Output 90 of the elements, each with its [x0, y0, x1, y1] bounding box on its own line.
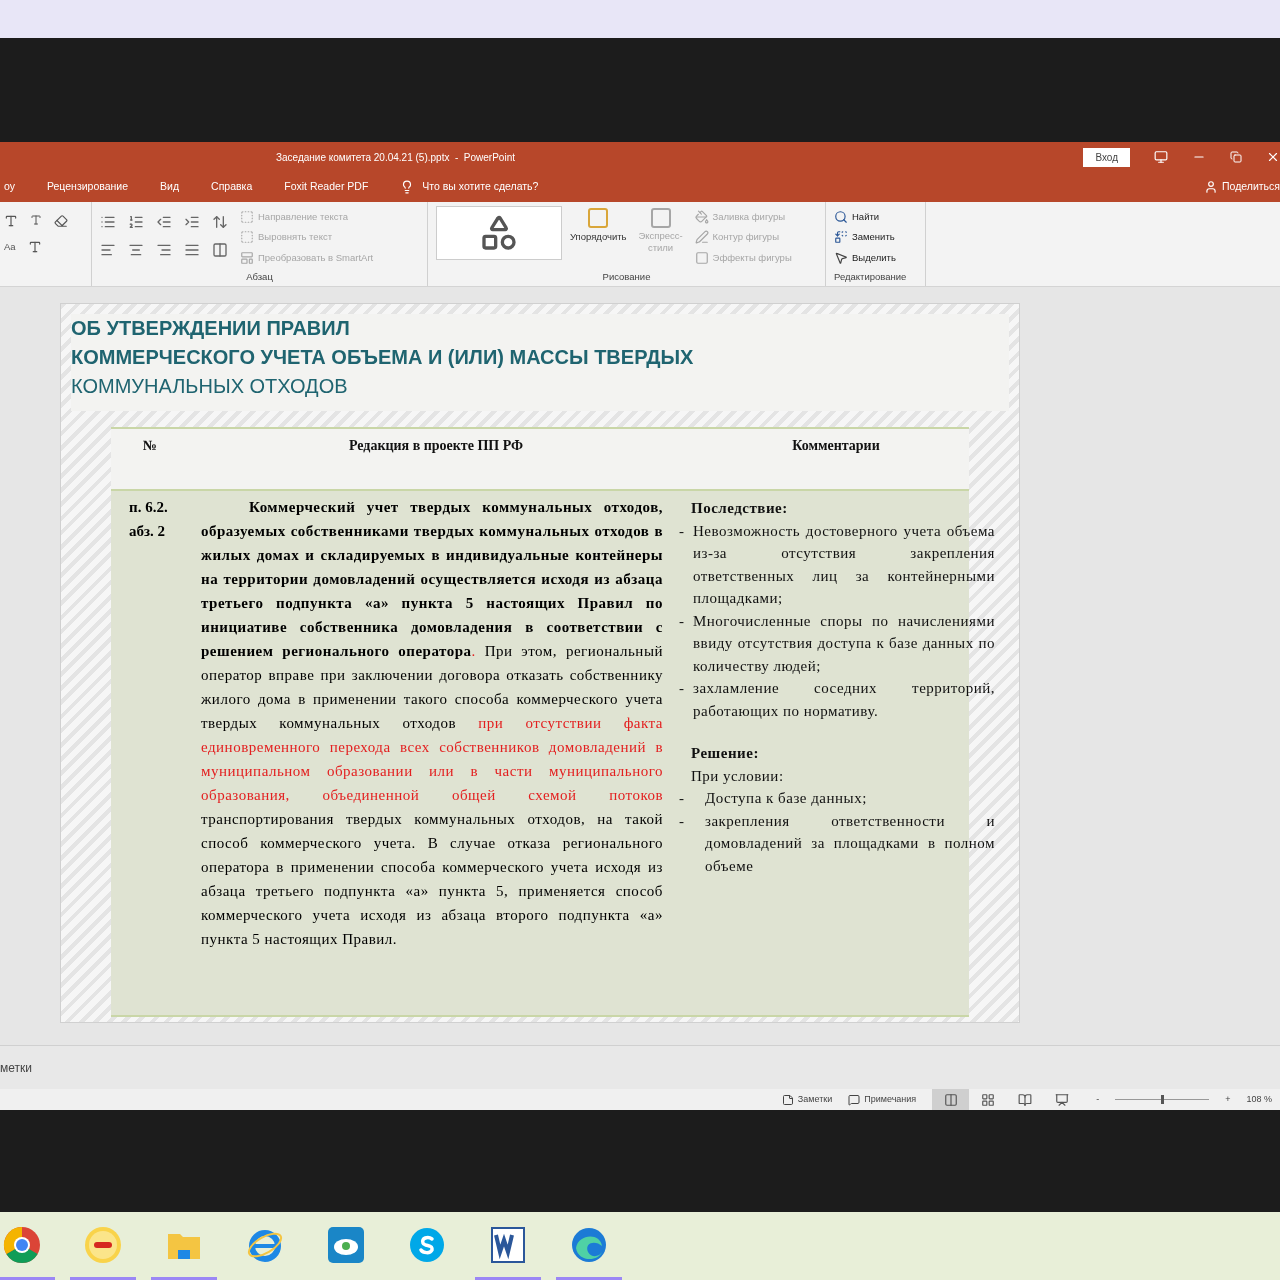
- column-header: №: [142, 437, 159, 455]
- list-marker: -: [679, 611, 686, 631]
- zoom-slider[interactable]: [1115, 1095, 1210, 1104]
- comment-heading: Последствие:: [690, 499, 789, 518]
- ribbon-display-icon[interactable]: [1154, 150, 1168, 164]
- justify-icon[interactable]: [184, 242, 200, 258]
- ribbon-tab[interactable]: Справка: [207, 179, 257, 195]
- column-header: Редакция в проекте ПП РФ: [347, 437, 525, 455]
- slideshow-icon: [1054, 1092, 1069, 1107]
- list-marker: -: [679, 521, 686, 541]
- list-marker: -: [679, 679, 686, 698]
- group-label: Рисование: [602, 269, 651, 284]
- pointer-icon: [834, 250, 848, 265]
- list-item: Многочисленные споры по начислениями ввиду отсутствия доступа к базе данных по количеству людей;: [693, 611, 995, 676]
- slide-title-line: ОБ УТВЕРЖДЕНИИ ПРАВИЛ: [71, 316, 351, 341]
- numbering-icon[interactable]: [128, 214, 144, 230]
- bullets-icon[interactable]: [100, 214, 116, 230]
- table-cell-text: п. 6.2. абз. 2: [128, 498, 169, 541]
- browser-icon[interactable]: [3, 1226, 41, 1264]
- indent-increase-icon[interactable]: [184, 214, 200, 230]
- notes-button[interactable]: Заметки: [781, 1092, 833, 1107]
- text-direction-icon: [240, 210, 254, 225]
- slide-title-line: КОММУНАЛЬНЫХ ОТХОДОВ: [71, 374, 349, 399]
- ribbon-button[interactable]: Найти: [834, 210, 917, 225]
- comment-icon: [848, 1093, 861, 1106]
- zoom-out-button[interactable]: -: [1096, 1092, 1100, 1107]
- list-item: захламление соседних территорий, работающих по нормативу.: [693, 679, 995, 721]
- clear-format-icon[interactable]: [54, 214, 68, 228]
- shapes-icon: [479, 213, 519, 253]
- arrange-button[interactable]: Упорядочить: [570, 206, 627, 270]
- window-title: Заседание комитета 20.04.21 (5).pptx - PowerPoint: [276, 151, 515, 165]
- ribbon-tab[interactable]: Рецензирование: [43, 179, 133, 195]
- align-center-icon[interactable]: [128, 242, 144, 258]
- app-icon[interactable]: [84, 1226, 122, 1264]
- table-cell-text: Коммерческий учет твердых коммунальных отходов, образуемых собственниками твердых коммунальных отходов в жилых домах и складируемых в индивидуальные контейнеры на территории домовладений осуществляется исходя из абзаца третьего подпункта «а» пункта 5 настоящих Правил по инициативе собственника домовладения в соответствии с решением регионального оператора. При этом, региональный оператор вправе при заключении договора отказать собственнику жилого дома в применении такого способа коммерческого учета твердых коммунальных отходов при отсутствии факта единовременного перехода всех собственников домовладений в муниципальном образовании или в части муниципального образования, объединенной общей схемой потоков транспортирования твердых коммунальных отходов, на такой способ коммерческого учета. В случае отказа регионального оператора в применении способа коммерческого учета исходя из абзаца третьего подпункта «а» пункта 5, применяется способ коммерческого учета исходя из абзаца второго подпункта «а» пункта 5 настоящих Правил.: [201, 498, 664, 949]
- comment-text: При условии:: [690, 766, 785, 786]
- slide-title-line: КОММЕРЧЕСКОГО УЧЕТА ОБЪЕМА И (ИЛИ) МАССЫ ТВЕРДЫХ: [71, 345, 695, 370]
- ribbon-tab[interactable]: оу: [0, 179, 19, 195]
- paint-bucket-icon: [694, 210, 709, 225]
- font-color-icon[interactable]: [27, 240, 42, 255]
- columns-icon[interactable]: [212, 242, 228, 258]
- ribbon-tab[interactable]: Foxit Reader PDF: [280, 179, 373, 195]
- group-label: Редактирование: [834, 269, 908, 284]
- zoom-in-button[interactable]: +: [1225, 1092, 1231, 1107]
- restore-icon[interactable]: [1230, 151, 1242, 163]
- list-marker: -: [679, 789, 686, 808]
- square-icon: [694, 250, 709, 265]
- reading-view-icon: [1017, 1092, 1032, 1107]
- notes-placeholder[interactable]: метки: [0, 1058, 32, 1077]
- ribbon-button[interactable]: Выделить: [834, 250, 917, 265]
- chat-s-icon[interactable]: [408, 1226, 446, 1264]
- align-text-icon: [240, 230, 254, 245]
- tell-me-field[interactable]: Что вы хотите сделать?: [422, 179, 539, 195]
- close-icon[interactable]: [1266, 150, 1280, 164]
- shapes-gallery[interactable]: [436, 206, 562, 260]
- column-header: Комментарии: [791, 437, 881, 455]
- note-icon: [781, 1093, 794, 1106]
- line-spacing-icon[interactable]: [212, 214, 228, 230]
- document-icon[interactable]: [489, 1226, 527, 1264]
- cloud-icon[interactable]: [327, 1226, 365, 1264]
- list-marker: -: [679, 811, 686, 831]
- share-button[interactable]: Поделиться: [1204, 179, 1280, 195]
- change-case-button[interactable]: Aa: [4, 240, 16, 255]
- smartart-icon: [240, 250, 254, 265]
- align-right-icon[interactable]: [156, 242, 172, 258]
- zoom-thumb[interactable]: [1160, 1095, 1164, 1104]
- ribbon-tab[interactable]: Вид: [156, 179, 184, 195]
- pen-icon: [694, 230, 709, 245]
- list-item: Доступа к базе данных;: [705, 789, 867, 808]
- comment-heading: Решение:: [690, 744, 760, 763]
- indent-decrease-icon[interactable]: [156, 214, 172, 230]
- font-shrink-icon[interactable]: [30, 214, 42, 226]
- font-size-icon[interactable]: [4, 214, 18, 228]
- styles-icon: [648, 206, 673, 230]
- zoom-level[interactable]: 108 %: [1246, 1092, 1272, 1107]
- comments-button[interactable]: Примечания: [848, 1092, 917, 1107]
- normal-view-icon: [943, 1092, 958, 1107]
- replace-icon: [834, 230, 848, 245]
- browser-wave-icon[interactable]: [570, 1226, 608, 1264]
- search-icon: [834, 210, 848, 225]
- list-item: Невозможность достоверного учета объема из-за отсутствия закрепления ответственных лиц за контейнерными площадками;: [693, 521, 995, 608]
- ribbon-button[interactable]: Заменить: [834, 230, 917, 245]
- list-item: закрепления ответственности и домовладений за площадками в полном объеме: [705, 811, 995, 876]
- grid-view-icon: [980, 1092, 995, 1107]
- view-button[interactable]: [932, 1089, 970, 1110]
- align-left-icon[interactable]: [100, 242, 116, 258]
- sign-in-button[interactable]: Вход: [1083, 147, 1130, 167]
- group-label: Абзац: [246, 269, 273, 284]
- arrange-icon: [586, 206, 611, 230]
- person-icon: [1204, 180, 1218, 194]
